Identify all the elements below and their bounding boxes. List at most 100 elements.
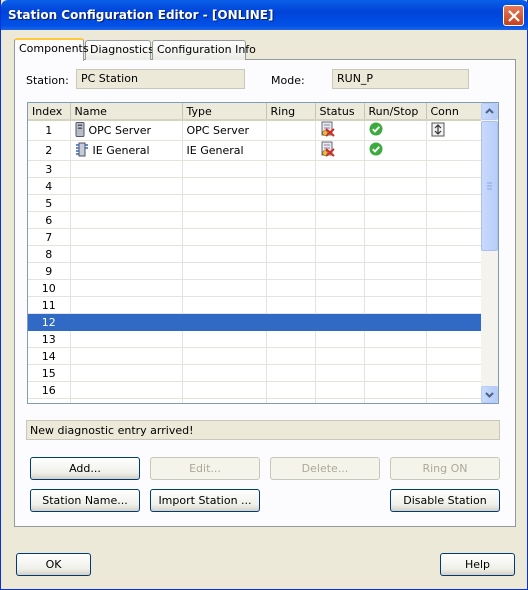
- cell-name: [70, 313, 183, 331]
- station-name-button[interactable]: Station Name...: [30, 489, 140, 512]
- tab-diagnostics-label: Diagnostics: [90, 43, 154, 56]
- close-button[interactable]: [503, 5, 524, 26]
- table-row[interactable]: 3: [28, 160, 483, 178]
- cell-status: [315, 228, 365, 246]
- import-station-button[interactable]: Import Station ...: [150, 489, 260, 512]
- edit-button[interactable]: Edit...: [150, 457, 260, 480]
- cell-ring: [266, 140, 316, 161]
- cell-ring: [266, 296, 316, 314]
- disable-station-button[interactable]: Disable Station: [390, 489, 500, 512]
- cell-name: [70, 347, 183, 365]
- ring-on-button[interactable]: Ring ON: [390, 457, 500, 480]
- cell-status: [315, 211, 365, 229]
- column-header-status[interactable]: Status: [315, 103, 365, 121]
- cell-conn: [426, 313, 483, 331]
- table-row[interactable]: 5: [28, 194, 483, 212]
- cell-type: IE General: [182, 140, 267, 161]
- chevron-down-icon: [485, 392, 494, 398]
- vertical-scrollbar[interactable]: [481, 103, 498, 403]
- mode-field: RUN_P: [332, 69, 469, 89]
- table-row[interactable]: 12: [28, 313, 483, 331]
- cell-index: 5: [28, 194, 71, 212]
- column-header-name[interactable]: Name: [70, 103, 183, 121]
- column-header-conn[interactable]: Conn: [426, 103, 483, 121]
- components-table: Index Name Type Ring Status Run/Stop Con…: [28, 103, 483, 403]
- table-row[interactable]: 8: [28, 245, 483, 263]
- cell-status: [315, 262, 365, 280]
- cell-conn: [426, 120, 483, 141]
- connection-icon: [431, 122, 445, 140]
- cell-conn: [426, 140, 483, 161]
- cell-ring: [266, 398, 316, 403]
- cell-conn: [426, 381, 483, 399]
- cell-type: [182, 245, 267, 263]
- cell-conn: [426, 194, 483, 212]
- components-grid[interactable]: Index Name Type Ring Status Run/Stop Con…: [27, 102, 499, 404]
- cell-name: IE General: [70, 140, 183, 161]
- help-button[interactable]: Help: [440, 553, 515, 576]
- column-header-type[interactable]: Type: [182, 103, 267, 121]
- cell-index: 2: [28, 140, 71, 161]
- tab-diagnostics[interactable]: Diagnostics: [85, 40, 154, 60]
- cell-index: 9: [28, 262, 71, 280]
- title-bar[interactable]: Station Configuration Editor - [ONLINE]: [1, 0, 528, 30]
- cell-name: [70, 262, 183, 280]
- cell-type: [182, 364, 267, 382]
- table-row[interactable]: 15: [28, 364, 483, 382]
- column-header-run-stop[interactable]: Run/Stop: [364, 103, 427, 121]
- station-field: PC Station: [76, 69, 245, 89]
- cell-index: 14: [28, 347, 71, 365]
- table-row[interactable]: 7: [28, 228, 483, 246]
- cell-run-stop: [364, 313, 427, 331]
- table-row[interactable]: 9: [28, 262, 483, 280]
- table-row[interactable]: 11: [28, 296, 483, 314]
- cell-type: [182, 330, 267, 348]
- cell-type: [182, 279, 267, 297]
- cell-conn: [426, 177, 483, 195]
- cell-run-stop: [364, 120, 427, 141]
- table-row[interactable]: 1 OPC Server OPC Server: [28, 120, 483, 141]
- delete-button[interactable]: Delete...: [270, 457, 380, 480]
- cell-ring: [266, 245, 316, 263]
- cell-type: [182, 313, 267, 331]
- cell-ring: [266, 211, 316, 229]
- cell-status: [315, 194, 365, 212]
- table-row[interactable]: 14: [28, 347, 483, 365]
- cell-type: [182, 160, 267, 178]
- cell-name: [70, 279, 183, 297]
- tab-configuration-info[interactable]: Configuration Info: [152, 40, 256, 60]
- table-row[interactable]: 2 IE General IE General: [28, 140, 483, 161]
- cell-conn: [426, 211, 483, 229]
- status-diagnostic-icon: [320, 141, 336, 160]
- cell-ring: [266, 228, 316, 246]
- chevron-up-icon: [485, 108, 494, 114]
- ok-button[interactable]: OK: [16, 553, 91, 576]
- scroll-down-button[interactable]: [481, 386, 498, 403]
- cell-index: 13: [28, 330, 71, 348]
- station-value: PC Station: [81, 72, 138, 85]
- station-configuration-editor-window: Station Configuration Editor - [ONLINE] …: [0, 0, 528, 590]
- cell-ring: [266, 381, 316, 399]
- cell-type: [182, 194, 267, 212]
- column-header-index[interactable]: Index: [28, 103, 71, 121]
- cell-conn: [426, 160, 483, 178]
- table-row[interactable]: 4: [28, 177, 483, 195]
- tab-components[interactable]: Components: [14, 38, 89, 61]
- cell-conn: [426, 228, 483, 246]
- cell-conn: [426, 364, 483, 382]
- table-row[interactable]: 17: [28, 398, 483, 403]
- column-header-ring[interactable]: Ring: [266, 103, 316, 121]
- table-row[interactable]: 13: [28, 330, 483, 348]
- table-row[interactable]: 10: [28, 279, 483, 297]
- cell-run-stop: [364, 347, 427, 365]
- scroll-thumb[interactable]: [481, 121, 498, 251]
- cell-run-stop: [364, 398, 427, 403]
- cell-type: [182, 398, 267, 403]
- scroll-up-button[interactable]: [481, 103, 498, 120]
- add-button[interactable]: Add...: [30, 457, 140, 480]
- table-row[interactable]: 6: [28, 211, 483, 229]
- server-icon: [75, 121, 85, 140]
- cell-status: [315, 160, 365, 178]
- table-row[interactable]: 16: [28, 381, 483, 399]
- cell-run-stop: [364, 177, 427, 195]
